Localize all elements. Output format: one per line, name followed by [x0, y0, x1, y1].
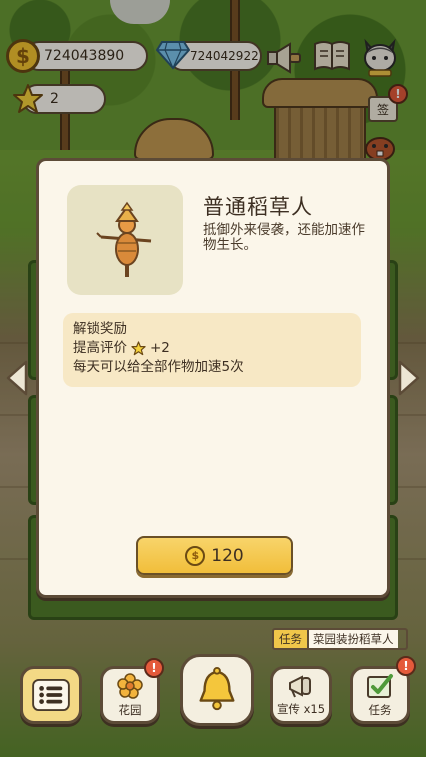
reward-effect: 每天可以给全部作物加速5次: [73, 359, 244, 375]
reward-rating-row: 提高评价 +2: [73, 339, 351, 358]
reward-rating-label: 提高评价: [73, 340, 127, 356]
checklist-icon: [367, 674, 393, 698]
task-tag: 任务: [274, 630, 309, 648]
menu-button[interactable]: [20, 666, 82, 724]
coin-icon: $: [185, 545, 206, 566]
reward-heading: 解锁奖励: [73, 321, 127, 337]
bell-icon: [199, 666, 235, 711]
item-preview: [67, 185, 183, 295]
current-task-bar[interactable]: 任务 菜园装扮稻草人: [272, 628, 408, 650]
garden-label: 花园: [118, 703, 142, 717]
item-detail-dialog: 普通稻草人 抵御外来侵袭，还能加速作物生长。 解锁奖励 提高评价 +2 每天可以…: [36, 158, 390, 598]
task-text: 菜园装扮稻草人: [309, 630, 398, 648]
megaphone-icon: [289, 675, 311, 698]
promote-label: 宣传 x15: [276, 702, 326, 716]
chevron-right-icon[interactable]: [398, 360, 420, 396]
tasks-label: 任务: [368, 703, 392, 717]
bell-button[interactable]: [180, 654, 254, 726]
unlock-reward-box: 解锁奖励 提高评价 +2 每天可以给全部作物加速5次: [63, 313, 361, 387]
item-title: 普通稻草人: [203, 195, 313, 219]
buy-price: 120: [211, 545, 244, 566]
item-description: 抵御外来侵袭，还能加速作物生长。: [203, 222, 365, 253]
tasks-alert-badge: !: [396, 656, 416, 676]
buy-button[interactable]: $ 120: [136, 536, 293, 575]
promote-button[interactable]: 宣传 x15: [270, 666, 332, 724]
garden-alert-badge: !: [144, 658, 164, 678]
list-icon: [32, 679, 70, 711]
reward-rating-value: +2: [150, 340, 170, 356]
star-icon: [131, 341, 146, 356]
scarecrow-icon: [96, 201, 152, 277]
chevron-left-icon[interactable]: [6, 360, 28, 396]
flower-icon: [117, 673, 143, 699]
